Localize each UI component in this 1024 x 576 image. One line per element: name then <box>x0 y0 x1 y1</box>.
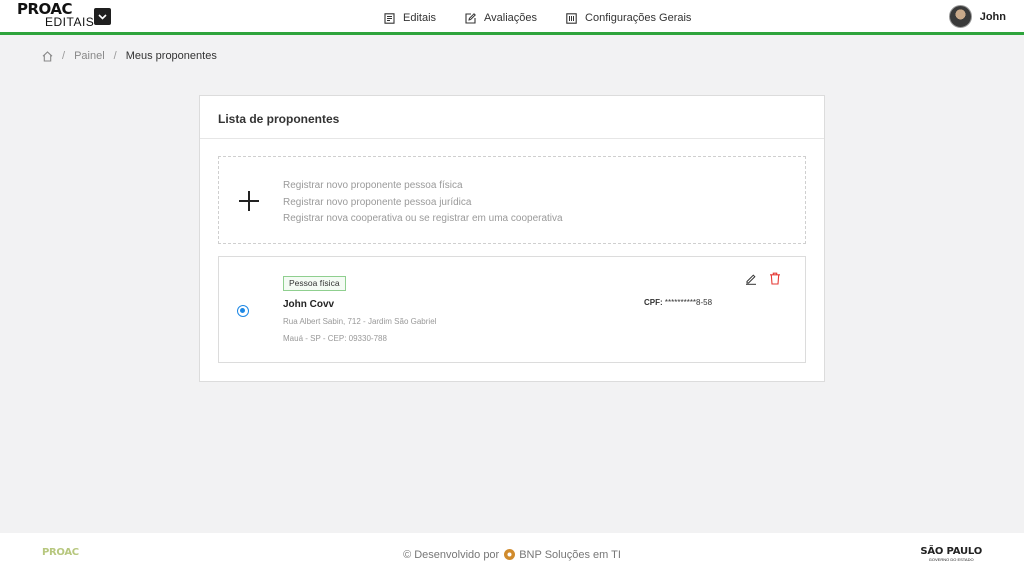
nav-item-editais[interactable]: Editais <box>384 11 436 25</box>
footer-credit: © Desenvolvido por BNP Soluções em TI <box>0 549 1024 561</box>
chevron-down-icon[interactable] <box>94 8 111 25</box>
footer: PROAC © Desenvolvido por BNP Soluções em … <box>0 533 1024 576</box>
register-pessoa-juridica-link[interactable]: Registrar novo proponente pessoa jurídic… <box>283 195 563 212</box>
breadcrumb-current: Meus proponentes <box>125 50 217 62</box>
sao-paulo-government-logo: SÃO PAULO GOVERNO DO ESTADO <box>920 546 982 563</box>
user-name: John <box>979 10 1006 23</box>
proponent-radio[interactable] <box>237 305 249 317</box>
edit-square-icon <box>465 12 476 24</box>
avatar[interactable] <box>948 5 972 28</box>
register-pessoa-fisica-link[interactable]: Registrar novo proponente pessoa física <box>283 178 563 195</box>
add-links: Registrar novo proponente pessoa física … <box>283 178 563 228</box>
document-icon <box>384 12 395 24</box>
plus-icon <box>239 191 259 211</box>
credit-prefix: © Desenvolvido por <box>403 549 500 561</box>
user-menu[interactable]: John <box>948 5 1006 28</box>
top-navbar: PROAC EDITAIS Editais Avaliações Configu… <box>0 0 1024 35</box>
settings-grid-icon <box>566 12 577 24</box>
breadcrumb-separator: / <box>62 50 66 62</box>
proponent-address-line1: Rua Albert Sabin, 712 - Jardim São Gabri… <box>283 317 437 326</box>
register-cooperativa-link[interactable]: Registrar nova cooperativa ou se registr… <box>283 211 563 228</box>
breadcrumb: / Painel / Meus proponentes <box>42 50 217 62</box>
sp-logo-subtext: GOVERNO DO ESTADO <box>928 557 974 562</box>
proponent-cpf: CPF: **********8-58 <box>644 298 712 307</box>
sp-logo-text: SÃO PAULO <box>920 546 982 557</box>
proponents-card: Lista de proponentes Registrar novo prop… <box>199 95 825 382</box>
edit-icon[interactable] <box>745 273 757 285</box>
nav-label: Editais <box>403 12 437 24</box>
proponent-item[interactable]: Pessoa física John Covv Rua Albert Sabin… <box>218 256 806 363</box>
nav-item-avaliacoes[interactable]: Avaliações <box>465 11 537 25</box>
breadcrumb-painel[interactable]: Painel <box>74 50 105 62</box>
proponent-name: John Covv <box>283 299 335 310</box>
main-nav: Editais Avaliações Configurações Gerais <box>384 11 720 25</box>
credit-company[interactable]: BNP Soluções em TI <box>519 549 621 561</box>
trash-icon[interactable] <box>769 272 781 285</box>
nav-item-configuracoes[interactable]: Configurações Gerais <box>566 11 691 25</box>
proponent-type-badge: Pessoa física <box>283 276 346 291</box>
nav-label: Avaliações <box>484 12 538 24</box>
proponent-address-line2: Mauá - SP - CEP: 09330-788 <box>283 334 387 343</box>
proac-editais-logo[interactable]: PROAC EDITAIS <box>17 2 94 30</box>
card-title: Lista de proponentes <box>200 96 824 139</box>
breadcrumb-separator: / <box>113 50 117 62</box>
bnp-logo-icon <box>504 549 516 560</box>
nav-label: Configurações Gerais <box>585 12 692 24</box>
cpf-value: **********8-58 <box>664 298 713 307</box>
logo-editais-text: EDITAIS <box>45 15 95 29</box>
cpf-label: CPF: <box>644 298 663 307</box>
home-icon[interactable] <box>42 50 53 62</box>
add-proponent-box: Registrar novo proponente pessoa física … <box>218 156 806 244</box>
